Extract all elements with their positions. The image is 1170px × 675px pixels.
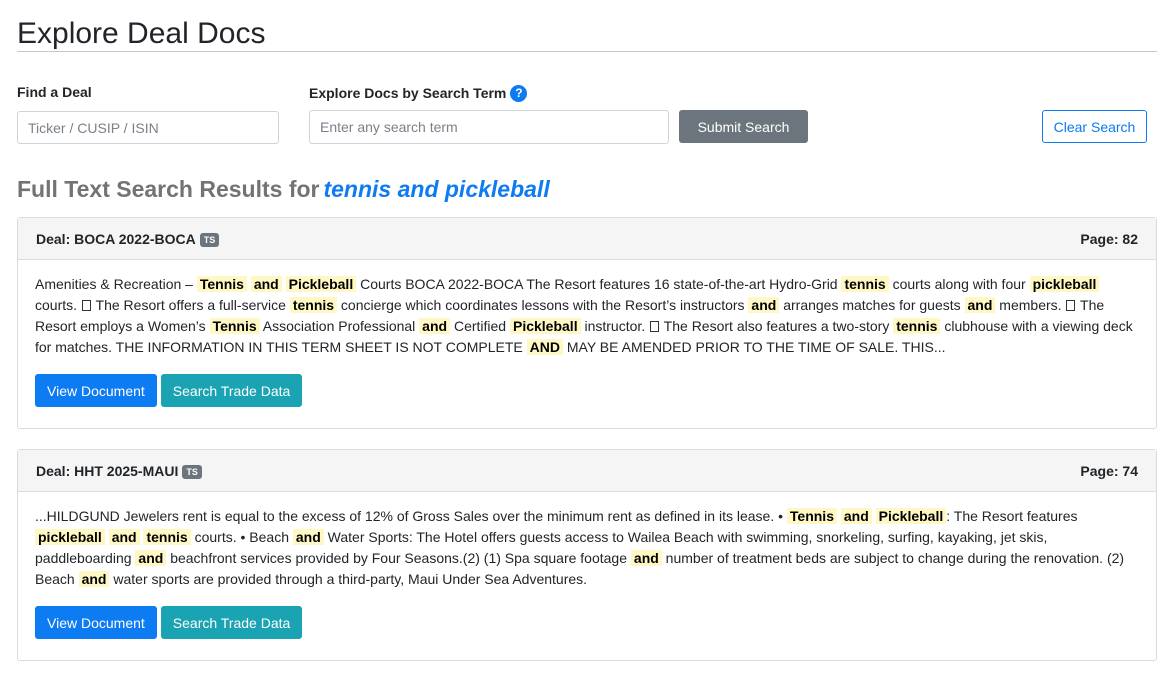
highlighted-term: pickleball — [35, 529, 105, 545]
result-snippet: Amenities & Recreation – Tennis and Pick… — [35, 274, 1138, 358]
highlighted-term: Pickleball — [875, 508, 947, 524]
highlighted-term: and — [135, 550, 167, 566]
search-trade-data-button[interactable]: Search Trade Data — [160, 374, 303, 407]
snippet-text: The Resort offers a full-service — [91, 297, 290, 313]
find-deal-label: Find a Deal — [17, 84, 92, 100]
unknown-glyph-icon — [1066, 300, 1076, 311]
results-heading-prefix: Full Text Search Results for — [17, 176, 320, 202]
result-card: Deal: BOCA 2022-BOCA TS Page: 82 Ameniti… — [17, 217, 1157, 429]
snippet-text: courts. • Beach — [190, 529, 293, 545]
result-snippet: ...HILDGUND Jewelers rent is equal to th… — [35, 506, 1138, 590]
deal-title: Deal: BOCA 2022-BOCA TS — [36, 230, 220, 247]
result-actions: View Document Search Trade Data — [35, 374, 1138, 407]
highlighted-term: Tennis — [196, 276, 247, 292]
page-number: Page: 74 — [1080, 462, 1138, 479]
snippet-text: ...HILDGUND Jewelers rent is equal to th… — [35, 508, 787, 524]
snippet-text: MAY BE AMENDED PRIOR TO THE TIME OF SALE… — [562, 339, 946, 355]
snippet-text: Amenities & Recreation – — [35, 276, 197, 292]
ts-badge: TS — [199, 232, 220, 247]
page-number: Page: 82 — [1080, 230, 1138, 247]
deal-title: Deal: HHT 2025-MAUI TS — [36, 463, 202, 479]
highlighted-term: Tennis — [209, 318, 260, 334]
snippet-text: : The Resort features — [946, 508, 1078, 524]
snippet-text: members. — [995, 297, 1066, 313]
results-heading: Full Text Search Results for tennis and p… — [17, 174, 550, 204]
ts-badge: TS — [182, 464, 202, 479]
highlighted-term: Tennis — [786, 508, 837, 524]
result-card-header: Deal: HHT 2025-MAUI TS Page: 74 — [18, 450, 1156, 492]
snippet-text: arranges matches for guests — [779, 297, 965, 313]
snippet-text: concierge which coordinates lessons with… — [337, 297, 749, 313]
highlighted-term: and — [630, 550, 662, 566]
result-card-body: ...HILDGUND Jewelers rent is equal to th… — [18, 492, 1156, 639]
search-term-label: Explore Docs by Search Term — [309, 85, 507, 101]
deal-name: Deal: HHT 2025-MAUI — [36, 462, 179, 479]
highlighted-term: Pickleball — [509, 318, 581, 334]
highlighted-term: and — [108, 529, 140, 545]
result-card: Deal: HHT 2025-MAUI TS Page: 74 ...HILDG… — [17, 449, 1157, 661]
snippet-text: instructor. — [580, 318, 650, 334]
help-icon[interactable]: ? — [510, 84, 528, 102]
view-document-button[interactable]: View Document — [35, 606, 157, 639]
view-document-button[interactable]: View Document — [35, 374, 157, 407]
search-term-label-group: Explore Docs by Search Term ? — [309, 84, 528, 102]
snippet-text: Courts BOCA 2022-BOCA The Resort feature… — [356, 276, 842, 292]
highlighted-term: tennis — [841, 276, 889, 292]
highlighted-term: pickleball — [1029, 276, 1100, 292]
clear-search-button[interactable]: Clear Search — [1042, 110, 1147, 143]
title-divider — [17, 51, 1157, 52]
snippet-text: beachfront services provided by Four Sea… — [166, 550, 631, 566]
highlighted-term: and — [78, 571, 110, 587]
highlighted-term: tennis — [143, 529, 191, 545]
page-title: Explore Deal Docs — [17, 17, 266, 50]
highlighted-term: and — [419, 318, 451, 334]
highlighted-term: and — [292, 529, 324, 545]
snippet-text: courts along with four — [888, 276, 1030, 292]
deal-name: Deal: BOCA 2022-BOCA — [36, 230, 196, 247]
search-trade-data-button[interactable]: Search Trade Data — [160, 606, 303, 639]
snippet-text: Certified — [450, 318, 510, 334]
results-search-term: tennis and pickleball — [323, 176, 550, 202]
highlighted-term: Pickleball — [285, 276, 357, 292]
highlighted-term: and — [748, 297, 780, 313]
snippet-text: courts. — [35, 297, 81, 313]
highlighted-term: AND — [526, 339, 563, 355]
snippet-text: Association Professional — [259, 318, 420, 334]
highlighted-term: tennis — [289, 297, 338, 313]
result-card-header: Deal: BOCA 2022-BOCA TS Page: 82 — [18, 218, 1156, 260]
search-term-input[interactable] — [309, 110, 669, 144]
highlighted-term: and — [250, 276, 282, 292]
highlighted-term: tennis — [893, 318, 941, 334]
snippet-text: The Resort also features a two-story — [660, 318, 894, 334]
unknown-glyph-icon — [81, 300, 91, 311]
snippet-text: water sports are provided through a thir… — [109, 571, 588, 587]
submit-search-button[interactable]: Submit Search — [679, 110, 808, 143]
result-card-body: Amenities & Recreation – Tennis and Pick… — [18, 260, 1156, 407]
result-actions: View Document Search Trade Data — [35, 606, 1138, 639]
highlighted-term: and — [840, 508, 872, 524]
highlighted-term: and — [964, 297, 996, 313]
unknown-glyph-icon — [650, 321, 660, 332]
find-deal-input[interactable] — [17, 111, 279, 144]
